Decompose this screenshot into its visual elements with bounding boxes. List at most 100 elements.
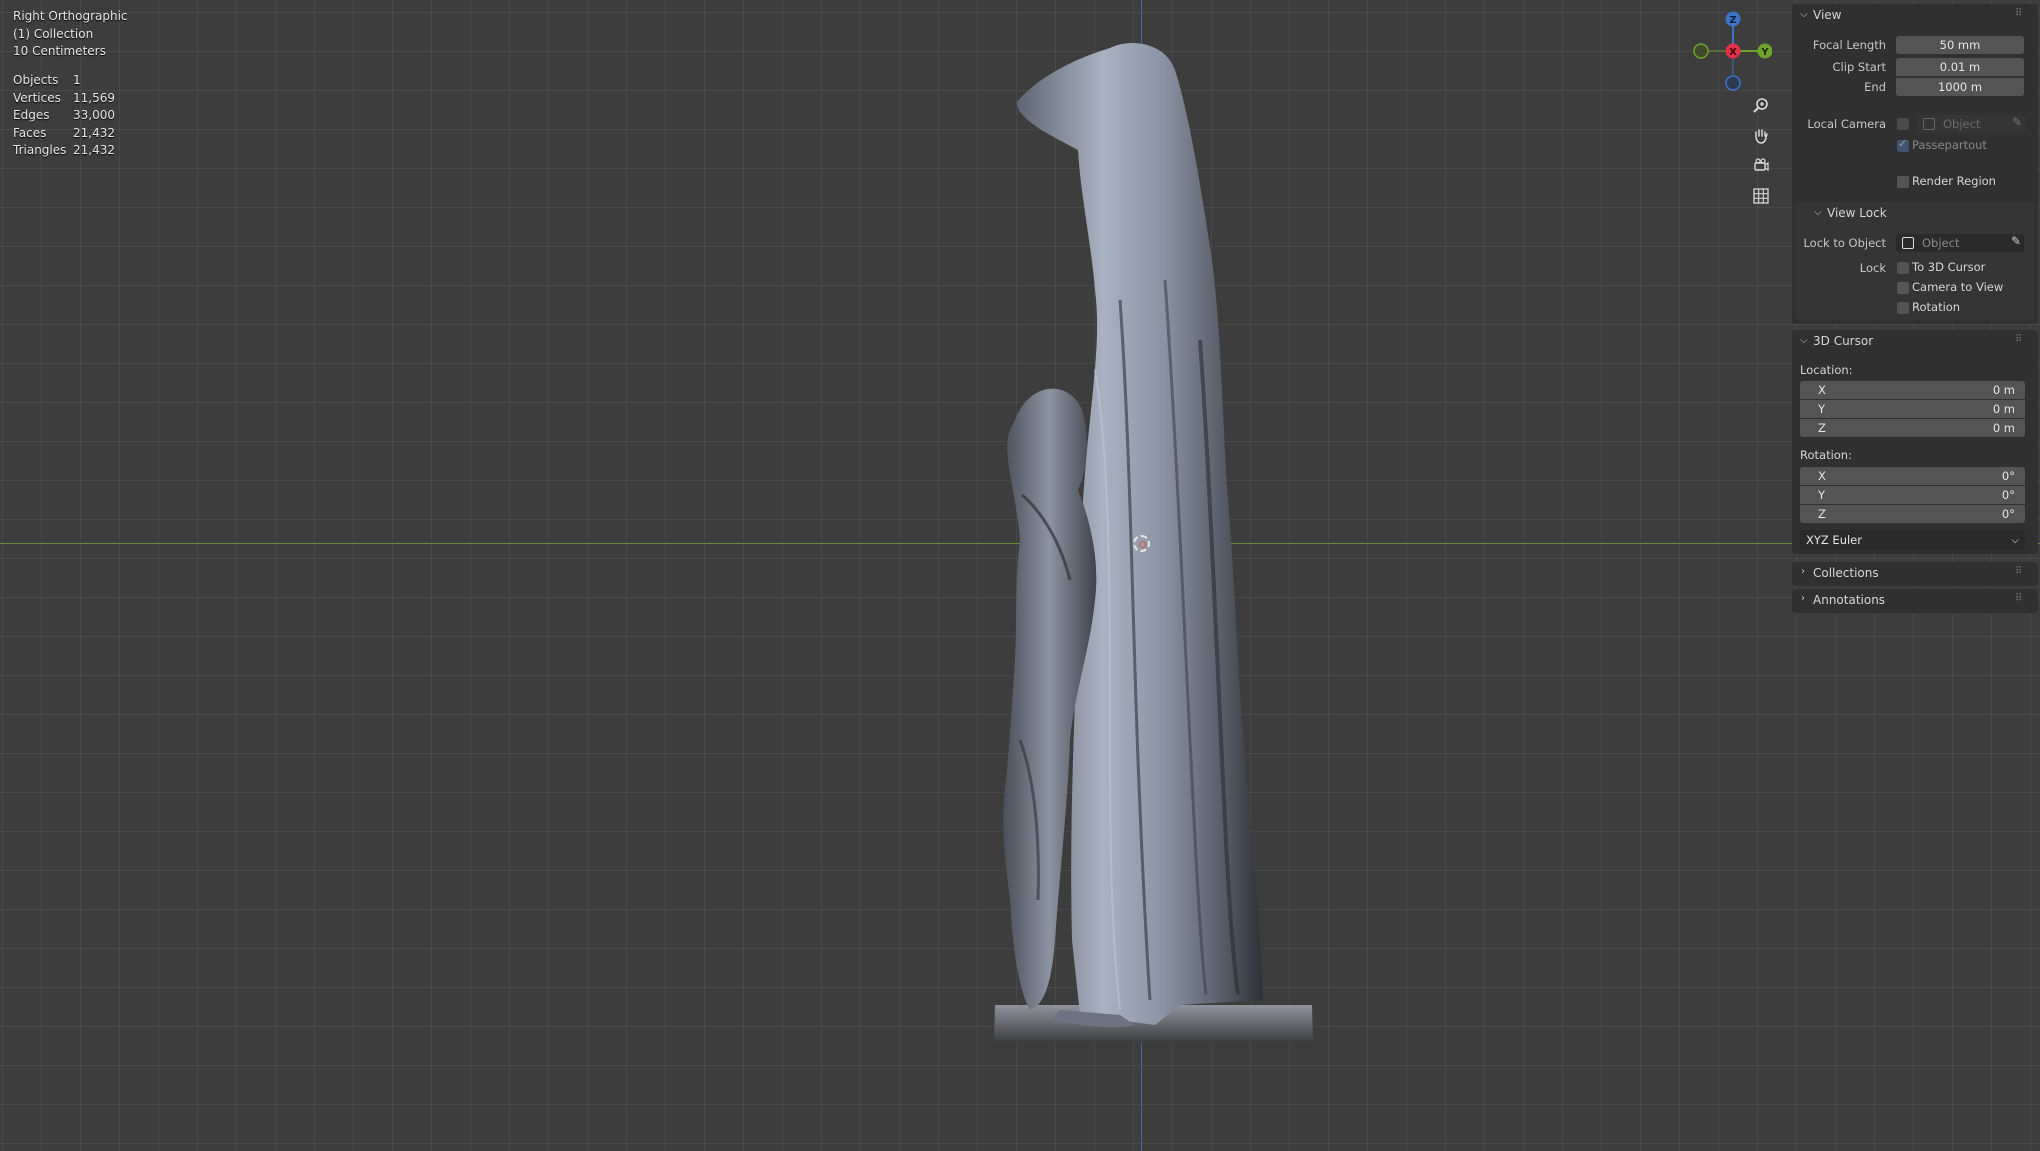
axis-value: 0° bbox=[2001, 488, 2015, 502]
hand-icon bbox=[1755, 129, 1768, 144]
cursor-rotation-y[interactable]: Y 0° bbox=[1800, 486, 2025, 504]
axis-label: X bbox=[1818, 383, 1826, 397]
navigation-gizmo[interactable]: Z Y X bbox=[1690, 8, 1772, 92]
stat-value: 33,000 bbox=[73, 108, 115, 122]
camera-icon bbox=[1754, 158, 1769, 172]
to-3d-cursor-label: To 3D Cursor bbox=[1912, 260, 1986, 274]
cursor-location-z[interactable]: Z 0 m bbox=[1800, 419, 2025, 437]
axis-value: 0 m bbox=[1992, 402, 2015, 416]
object-icon bbox=[1923, 118, 1935, 130]
render-region-checkbox[interactable] bbox=[1897, 176, 1909, 188]
local-camera-checkbox[interactable] bbox=[1897, 118, 1909, 130]
chevron-right-icon[interactable]: › bbox=[1801, 593, 1805, 604]
axis-value: 0 m bbox=[1992, 383, 2015, 397]
chevron-down-icon: ⌵ bbox=[2011, 534, 2019, 546]
grid-icon bbox=[1753, 188, 1769, 204]
gizmo-y-label: Y bbox=[1760, 47, 1769, 58]
gizmo-x-label: X bbox=[1729, 47, 1737, 58]
axis-value: 0° bbox=[2001, 507, 2015, 521]
axis-value: 0° bbox=[2001, 469, 2015, 483]
axis-value: 0 m bbox=[1992, 421, 2015, 435]
stat-label: Vertices bbox=[13, 90, 61, 105]
stat-label: Faces bbox=[13, 125, 47, 140]
stat-value: 21,432 bbox=[73, 125, 115, 140]
axis-label: Y bbox=[1818, 488, 1826, 502]
camera-to-view-checkbox[interactable] bbox=[1897, 282, 1909, 294]
lock-rotation-label: Rotation bbox=[1912, 300, 1961, 314]
stat-label: Triangles bbox=[13, 143, 67, 157]
drag-handle-icon[interactable]: ⠿ bbox=[2015, 334, 2022, 345]
gizmo-z-label: Z bbox=[1729, 15, 1736, 26]
camera-view-button[interactable] bbox=[1746, 151, 1776, 181]
zoom-button[interactable] bbox=[1746, 91, 1776, 121]
chevron-right-icon[interactable]: › bbox=[1801, 566, 1805, 577]
cursor-location-x[interactable]: X 0 m bbox=[1800, 381, 2025, 399]
axis-label: Z bbox=[1818, 421, 1826, 435]
view-lock-title[interactable]: View Lock bbox=[1827, 206, 1887, 220]
view-panel-title[interactable]: View bbox=[1813, 8, 1841, 22]
cursor-rotation-z[interactable]: Z 0° bbox=[1800, 505, 2025, 523]
to-3d-cursor-checkbox[interactable] bbox=[1897, 262, 1909, 274]
render-region-label: Render Region bbox=[1912, 174, 1996, 188]
drag-handle-icon[interactable]: ⠿ bbox=[2015, 566, 2022, 577]
stat-label: Edges bbox=[13, 108, 50, 122]
chevron-down-icon[interactable]: ⌵ bbox=[1800, 335, 1808, 346]
scene-statistics: Objects 1 Vertices 11,569 Edges 33,000 Face… bbox=[13, 72, 115, 160]
axis-label: Z bbox=[1818, 507, 1826, 521]
stat-label: Objects bbox=[13, 73, 59, 87]
local-camera-object-field[interactable]: Object bbox=[1917, 115, 2025, 133]
clip-end-label: End bbox=[1864, 80, 1886, 94]
drag-handle-icon[interactable]: ⠿ bbox=[2015, 593, 2022, 604]
3d-cursor[interactable] bbox=[1133, 535, 1150, 552]
stat-row: Objects 1 bbox=[13, 72, 115, 90]
clip-start-field[interactable]: 0.01 m bbox=[1896, 58, 2024, 76]
eyedropper-icon[interactable]: ✎ bbox=[2011, 234, 2021, 248]
location-label: Location: bbox=[1800, 363, 1853, 377]
view-name: Right Orthographic bbox=[13, 9, 128, 23]
stat-row: Vertices 11,569 bbox=[13, 90, 115, 108]
toggle-projection-button[interactable] bbox=[1746, 181, 1776, 211]
gizmo-y-negative[interactable] bbox=[1693, 43, 1709, 59]
lock-to-object-field[interactable]: Object bbox=[1896, 234, 2024, 252]
cursor-rotation-x[interactable]: X 0° bbox=[1800, 467, 2025, 485]
annotations-panel-title[interactable]: Annotations bbox=[1813, 593, 1885, 607]
lock-to-object-placeholder: Object bbox=[1922, 236, 1960, 250]
focal-length-field[interactable]: 50 mm bbox=[1896, 36, 2024, 54]
collections-panel-title[interactable]: Collections bbox=[1813, 566, 1879, 580]
pan-button[interactable] bbox=[1746, 121, 1776, 151]
lock-to-object-label: Lock to Object bbox=[1803, 236, 1886, 250]
axis-label: Y bbox=[1818, 402, 1826, 416]
lock-rotation-checkbox[interactable] bbox=[1897, 302, 1909, 314]
lock-label: Lock bbox=[1859, 261, 1886, 275]
local-camera-placeholder: Object bbox=[1943, 117, 1981, 131]
cursor-panel-title[interactable]: 3D Cursor bbox=[1813, 334, 1873, 348]
stat-value: 11,569 bbox=[73, 90, 115, 105]
clip-start-label: Clip Start bbox=[1832, 60, 1886, 74]
local-camera-label: Local Camera bbox=[1807, 117, 1886, 131]
gizmo-z-negative[interactable] bbox=[1725, 75, 1741, 91]
rotation-label: Rotation: bbox=[1800, 448, 1852, 462]
viewport-info: Right Orthographic (1) Collection 10 Cen… bbox=[13, 8, 128, 61]
drag-handle-icon[interactable]: ⠿ bbox=[2015, 8, 2022, 19]
sidebar-panel: ⌵ View ⠿ Focal Length 50 mm Clip Start 0… bbox=[1790, 0, 2040, 1151]
passepartout-checkbox[interactable] bbox=[1897, 137, 1909, 152]
focal-length-label: Focal Length bbox=[1812, 38, 1886, 52]
passepartout-label: Passepartout bbox=[1912, 138, 1987, 152]
stat-row: Triangles 21,432 bbox=[13, 142, 115, 160]
axis-label: X bbox=[1818, 469, 1826, 483]
stat-value: 1 bbox=[73, 73, 81, 87]
camera-to-view-label: Camera to View bbox=[1912, 280, 2004, 294]
magnifier-icon bbox=[1753, 98, 1768, 113]
3d-viewport[interactable]: Right Orthographic (1) Collection 10 Cen… bbox=[0, 0, 2040, 1151]
chevron-down-icon[interactable]: ⌵ bbox=[1814, 207, 1822, 218]
stat-row: Edges 33,000 bbox=[13, 107, 115, 125]
stat-value: 21,432 bbox=[73, 143, 115, 157]
cursor-location-y[interactable]: Y 0 m bbox=[1800, 400, 2025, 418]
eyedropper-icon[interactable]: ✎ bbox=[2012, 115, 2022, 129]
stat-row: Faces 21,432 bbox=[13, 125, 115, 143]
rotation-mode-dropdown[interactable]: XYZ Euler ⌵ bbox=[1800, 530, 2025, 550]
collection-name: (1) Collection bbox=[13, 26, 94, 41]
clip-end-field[interactable]: 1000 m bbox=[1896, 78, 2024, 96]
object-icon bbox=[1902, 237, 1914, 249]
chevron-down-icon[interactable]: ⌵ bbox=[1800, 9, 1808, 20]
